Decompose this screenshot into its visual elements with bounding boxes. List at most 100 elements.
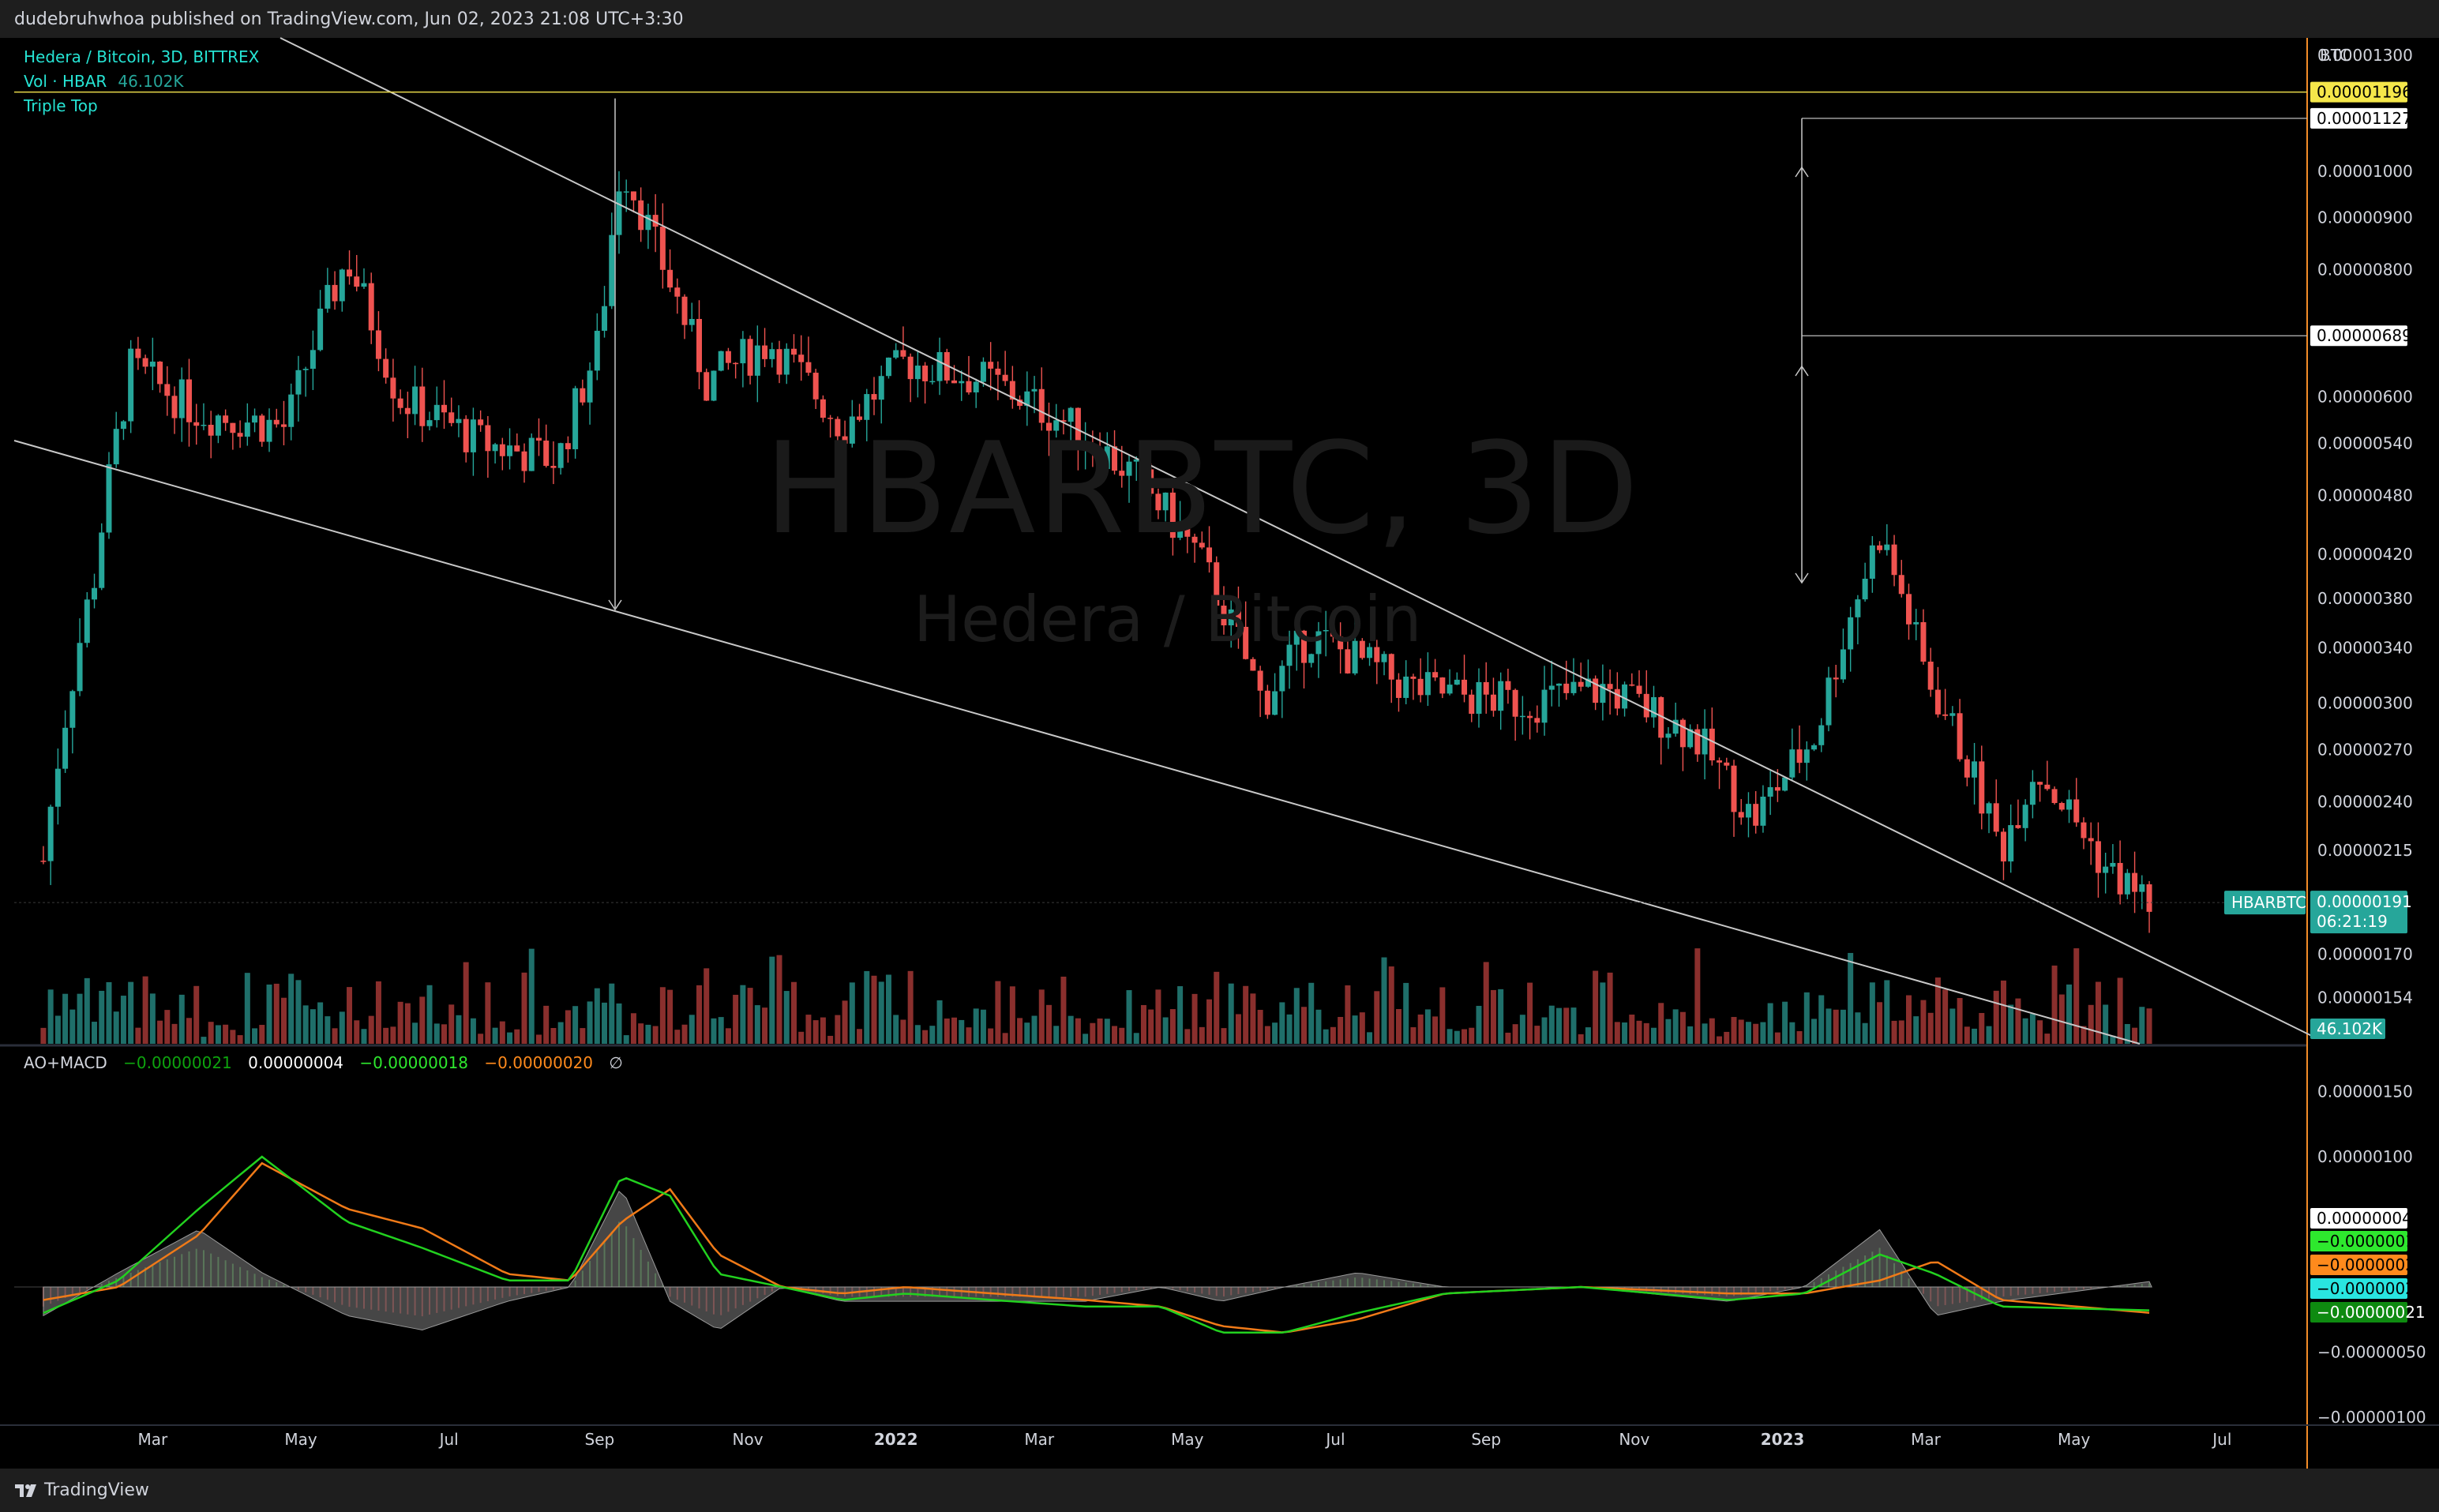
candle-2021-02-20[interactable]: [128, 348, 134, 422]
candle-2021-10-18[interactable]: [711, 370, 717, 401]
candle-2021-08-28[interactable]: [587, 370, 593, 403]
candle-2021-07-02[interactable]: [448, 412, 455, 423]
candle-2022-02-06[interactable]: [980, 362, 986, 382]
candle-2021-02-08[interactable]: [99, 532, 105, 588]
candle-2021-08-25[interactable]: [580, 388, 586, 403]
candle-2021-06-02[interactable]: [375, 330, 381, 359]
candle-2021-10-15[interactable]: [704, 372, 710, 401]
candle-2022-01-19[interactable]: [936, 351, 943, 381]
candle-2021-05-15[interactable]: [332, 284, 338, 302]
candle-2021-11-29[interactable]: [812, 373, 819, 400]
candle-2023-04-20[interactable]: [2044, 784, 2051, 790]
candle-2021-09-15[interactable]: [630, 191, 636, 201]
candle-2023-03-27[interactable]: [1986, 803, 1992, 814]
candle-2022-06-09[interactable]: [1279, 666, 1285, 692]
candle-2021-04-27[interactable]: [288, 394, 295, 427]
candle-2023-01-23[interactable]: [1833, 677, 1839, 680]
candle-2022-12-03[interactable]: [1709, 728, 1715, 761]
candle-2023-02-19[interactable]: [1898, 575, 1904, 595]
candle-2023-05-08[interactable]: [2088, 838, 2094, 842]
candle-2021-12-26[interactable]: [878, 376, 884, 400]
candle-2023-05-20[interactable]: [2117, 862, 2123, 895]
candle-2021-11-02[interactable]: [747, 339, 753, 376]
candle-2022-09-10[interactable]: [1505, 681, 1511, 690]
candle-2023-02-07[interactable]: [1869, 545, 1875, 579]
candle-2021-07-14[interactable]: [478, 419, 484, 426]
candle-2022-01-31[interactable]: [966, 381, 972, 392]
candle-2021-09-06[interactable]: [609, 234, 615, 306]
candle-2021-02-14[interactable]: [113, 429, 119, 465]
candle-2022-08-02[interactable]: [1410, 676, 1416, 679]
candle-2023-01-26[interactable]: [1840, 649, 1846, 680]
candle-2021-11-05[interactable]: [754, 345, 760, 376]
candle-2022-12-27[interactable]: [1767, 787, 1773, 797]
candle-2021-01-15[interactable]: [40, 861, 47, 862]
candle-2022-12-18[interactable]: [1745, 804, 1751, 818]
candle-2021-01-24[interactable]: [62, 727, 69, 769]
candle-2023-04-05[interactable]: [2008, 825, 2014, 862]
candle-2023-01-05[interactable]: [1789, 749, 1795, 778]
candle-2022-09-25[interactable]: [1541, 689, 1548, 723]
legend-volume[interactable]: Vol · HBAR 46.102K: [24, 72, 183, 91]
candle-2022-07-27[interactable]: [1395, 679, 1401, 698]
candle-2022-08-29[interactable]: [1476, 681, 1482, 715]
candle-2021-10-09[interactable]: [689, 318, 695, 325]
candle-2022-12-21[interactable]: [1753, 804, 1759, 826]
candle-2021-03-10[interactable]: [171, 396, 178, 418]
candle-2021-07-26[interactable]: [507, 445, 513, 456]
candle-2023-05-17[interactable]: [2110, 862, 2116, 867]
candle-2023-01-14[interactable]: [1811, 745, 1818, 750]
candle-2021-04-18[interactable]: [266, 419, 272, 442]
candle-2022-10-04[interactable]: [1563, 683, 1570, 693]
candle-2022-02-12[interactable]: [995, 368, 1001, 375]
candle-2021-04-15[interactable]: [259, 415, 265, 442]
candle-2022-10-01[interactable]: [1556, 683, 1563, 686]
candle-2021-03-07[interactable]: [164, 384, 171, 396]
candle-2023-04-02[interactable]: [2000, 831, 2006, 862]
candle-2021-09-12[interactable]: [623, 191, 629, 193]
candle-2023-05-29[interactable]: [2139, 884, 2145, 892]
candle-2022-07-24[interactable]: [1388, 654, 1394, 680]
candle-2021-04-03[interactable]: [230, 422, 236, 433]
macd-legend[interactable]: AO+MACD −0.00000021 0.00000004 −0.000000…: [24, 1053, 634, 1072]
candle-2021-06-29[interactable]: [441, 404, 447, 413]
candle-2022-11-03[interactable]: [1636, 685, 1642, 694]
candle-2021-12-23[interactable]: [871, 394, 877, 400]
candle-2022-02-03[interactable]: [973, 381, 979, 392]
candle-2023-02-04[interactable]: [1862, 578, 1868, 600]
candle-2021-05-06[interactable]: [310, 350, 316, 370]
candle-2021-05-27[interactable]: [361, 283, 367, 287]
candle-2021-09-30[interactable]: [667, 269, 674, 288]
candle-2021-03-19[interactable]: [193, 422, 200, 426]
candle-2022-11-15[interactable]: [1665, 733, 1672, 738]
candle-2021-11-14[interactable]: [776, 349, 782, 375]
candle-2021-06-23[interactable]: [426, 420, 433, 426]
candle-2021-04-24[interactable]: [280, 424, 287, 427]
candle-2021-09-27[interactable]: [659, 227, 666, 270]
candle-2022-02-15[interactable]: [1002, 374, 1008, 381]
candle-2021-02-05[interactable]: [92, 587, 98, 600]
candle-2021-03-31[interactable]: [223, 415, 229, 423]
candle-2023-03-15[interactable]: [1957, 713, 1963, 760]
candle-2022-01-25[interactable]: [951, 380, 958, 384]
candle-2023-05-02[interactable]: [2073, 799, 2080, 823]
candle-2021-08-16[interactable]: [557, 443, 564, 468]
candle-2021-11-11[interactable]: [769, 349, 775, 359]
candle-2021-04-30[interactable]: [295, 370, 302, 395]
candle-2021-11-26[interactable]: [805, 362, 812, 373]
candle-2021-08-13[interactable]: [550, 465, 557, 468]
candle-2021-07-05[interactable]: [456, 418, 462, 423]
candle-2021-10-06[interactable]: [681, 296, 688, 325]
candle-2021-02-23[interactable]: [135, 348, 141, 358]
candle-2022-06-03[interactable]: [1264, 690, 1270, 715]
candle-2021-08-22[interactable]: [572, 388, 579, 449]
candle-2022-09-19[interactable]: [1527, 715, 1533, 718]
candle-2021-07-11[interactable]: [470, 419, 476, 452]
candle-2023-04-29[interactable]: [2066, 799, 2073, 810]
candle-2022-09-22[interactable]: [1534, 718, 1540, 723]
candle-2023-04-26[interactable]: [2058, 803, 2065, 810]
candle-2023-01-20[interactable]: [1825, 677, 1832, 726]
candle-2021-06-14[interactable]: [404, 407, 411, 415]
candle-2021-03-16[interactable]: [186, 379, 192, 422]
candle-2021-07-23[interactable]: [499, 444, 505, 456]
